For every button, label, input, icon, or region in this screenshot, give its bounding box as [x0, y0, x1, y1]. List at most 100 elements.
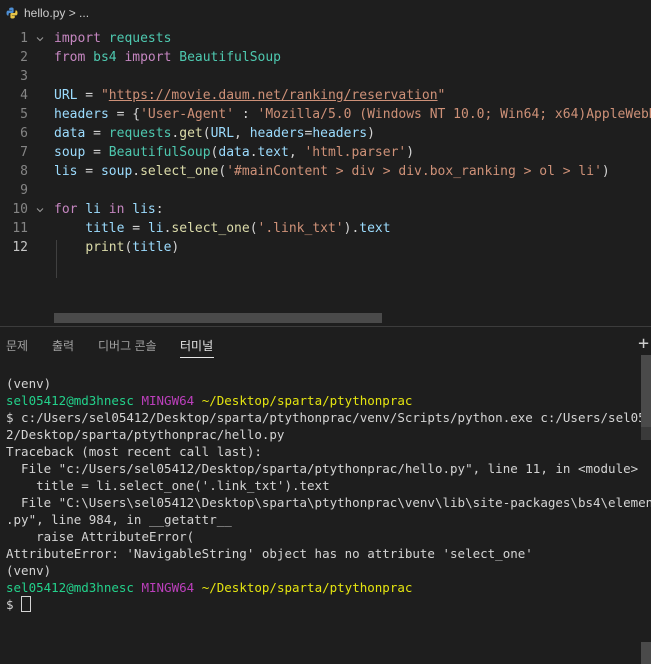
code-token: headers [312, 126, 368, 141]
terminal-line: 2/Desktop/sparta/ptythonprac/hello.py [6, 426, 624, 443]
code-token: ) [406, 145, 415, 160]
code-token: requests [108, 31, 172, 46]
code-token: : [234, 107, 258, 122]
tab-terminal[interactable]: 터미널 [180, 337, 213, 354]
bottom-panel: 문제 출력 디버그 콘솔 터미널 + (venv) sel05412@md3hne… [0, 326, 651, 664]
code-line[interactable]: 2 from bs4 import BeautifulSoup [0, 48, 651, 67]
line-number: 8 [20, 164, 28, 179]
code-line[interactable]: 7 soup = BeautifulSoup(data.text, 'html.p… [0, 143, 651, 162]
terminal-text: MINGW64 [141, 580, 202, 595]
code-token: in [108, 202, 125, 217]
code-token: ) [601, 164, 610, 179]
line-number: 10 [12, 202, 28, 217]
code-line[interactable]: 4 URL = "https://movie.daum.net/ranking/r… [0, 86, 651, 105]
code-text: import requests [54, 29, 171, 48]
code-line[interactable]: 11 title = li.select_one('.link_txt').te… [0, 219, 651, 238]
terminal-scrollbar-mark [641, 427, 651, 440]
code-token: " [100, 88, 109, 103]
code-token: data [54, 126, 86, 141]
code-line[interactable]: 12 print(title) [0, 238, 651, 257]
code-token: URL [54, 88, 78, 103]
code-line[interactable]: 10 for li in lis: [0, 200, 651, 219]
terminal-text: raise AttributeError( [6, 529, 195, 544]
line-number: 6 [20, 126, 28, 141]
code-text: headers = {'User-Agent' : 'Mozilla/5.0 (… [54, 105, 651, 124]
tab-output[interactable]: 출력 [52, 337, 74, 354]
terminal-line: File "c:/Users/sel05412/Desktop/sparta/p… [6, 460, 638, 477]
code-token: 'html.parser' [304, 145, 407, 160]
code-line[interactable]: 9 [0, 181, 651, 200]
code-token: data [218, 145, 250, 160]
terminal-line: raise AttributeError( [6, 528, 624, 545]
code-token: print [85, 240, 125, 255]
code-editor[interactable]: 1 import requests 2 from bs4 import Beautif… [0, 26, 651, 326]
python-file-icon [6, 7, 18, 19]
code-text: for li in lis: [54, 200, 164, 219]
terminal-text: title = li.select_one('.link_txt').text [6, 478, 330, 493]
code-token: headers [249, 126, 305, 141]
tab-debug-console[interactable]: 디버그 콘솔 [98, 337, 157, 354]
code-token: text [257, 145, 289, 160]
code-line[interactable]: 1 import requests [0, 29, 651, 48]
terminal-line: sel05412@md3hnesc MINGW64 ~/Desktop/spar… [6, 579, 624, 596]
code-line[interactable]: 5 headers = {'User-Agent' : 'Mozilla/5.0 … [0, 105, 651, 124]
line-number: 7 [20, 145, 28, 160]
line-number: 9 [20, 183, 28, 198]
breadcrumb-file[interactable]: hello.py > ... [24, 6, 89, 20]
code-token: = { [108, 107, 141, 122]
code-token: = [85, 126, 109, 141]
code-token: li [85, 202, 101, 217]
code-token: select_one [171, 221, 250, 236]
terminal-scrollbar-bottom[interactable] [641, 642, 651, 664]
code-token: ) [367, 126, 375, 141]
add-terminal-icon[interactable]: + [638, 333, 649, 354]
terminal-text: ~/Desktop/sparta/ptythonprac [201, 580, 413, 595]
terminal-text: ~/Desktop/sparta/ptythonprac [201, 393, 413, 408]
line-number: 1 [20, 31, 28, 46]
code-token: 'Mozilla/5.0 (Windows NT 10.0; Win64; x6… [257, 107, 651, 122]
terminal-text: $ [6, 597, 22, 612]
code-text: data = requests.get(URL, headers=headers… [54, 124, 375, 143]
code-token: 'User-Agent' [140, 107, 235, 122]
terminal-line: (venv) [6, 375, 624, 392]
code-token: ). [343, 221, 360, 236]
panel-tabs: 문제 출력 디버그 콘솔 터미널 + [0, 327, 651, 361]
terminal-text: .py", line 984, in __getattr__ [6, 512, 232, 527]
code-token: li [147, 221, 164, 236]
code-text: print(title) [54, 238, 179, 257]
code-token: = [77, 88, 101, 103]
terminal-line: AttributeError: 'NavigableString' object… [6, 545, 624, 562]
chevron-down-icon[interactable] [36, 35, 44, 43]
terminal-text: File "c:/Users/sel05412/Desktop/sparta/p… [6, 461, 639, 476]
tab-problems[interactable]: 문제 [6, 337, 28, 354]
code-token: bs4 [93, 50, 117, 65]
terminal-text: sel05412@md3hnesc [6, 393, 142, 408]
terminal-text: Traceback (most recent call last): [6, 444, 262, 459]
code-token: ) [171, 240, 180, 255]
code-token: BeautifulSoup [179, 50, 281, 65]
code-line[interactable]: 3 [0, 67, 651, 86]
line-number: 11 [12, 221, 28, 236]
terminal-scrollbar-thumb[interactable] [641, 355, 651, 428]
indent-guide [56, 240, 57, 278]
code-token: '.link_txt' [257, 221, 344, 236]
code-line[interactable]: 8 lis = soup.select_one('#mainContent > d… [0, 162, 651, 181]
code-line[interactable]: 6 data = requests.get(URL, headers=header… [0, 124, 651, 143]
code-token: from [54, 50, 86, 65]
line-number: 5 [20, 107, 28, 122]
code-text: lis = soup.select_one('#mainContent > di… [54, 162, 610, 181]
chevron-down-icon[interactable] [36, 206, 44, 214]
terminal-output[interactable]: (venv) sel05412@md3hnesc MINGW64 ~/Deskto… [6, 375, 651, 613]
code-token: for [54, 202, 78, 217]
code-token: . [132, 164, 141, 179]
code-text: from bs4 import BeautifulSoup [54, 48, 281, 67]
editor-horizontal-scrollbar[interactable] [54, 313, 382, 323]
code-token: text [359, 221, 391, 236]
code-token: select_one [140, 164, 219, 179]
terminal-text: 2/Desktop/sparta/ptythonprac/hello.py [6, 427, 285, 442]
terminal-line: .py", line 984, in __getattr__ [6, 511, 624, 528]
